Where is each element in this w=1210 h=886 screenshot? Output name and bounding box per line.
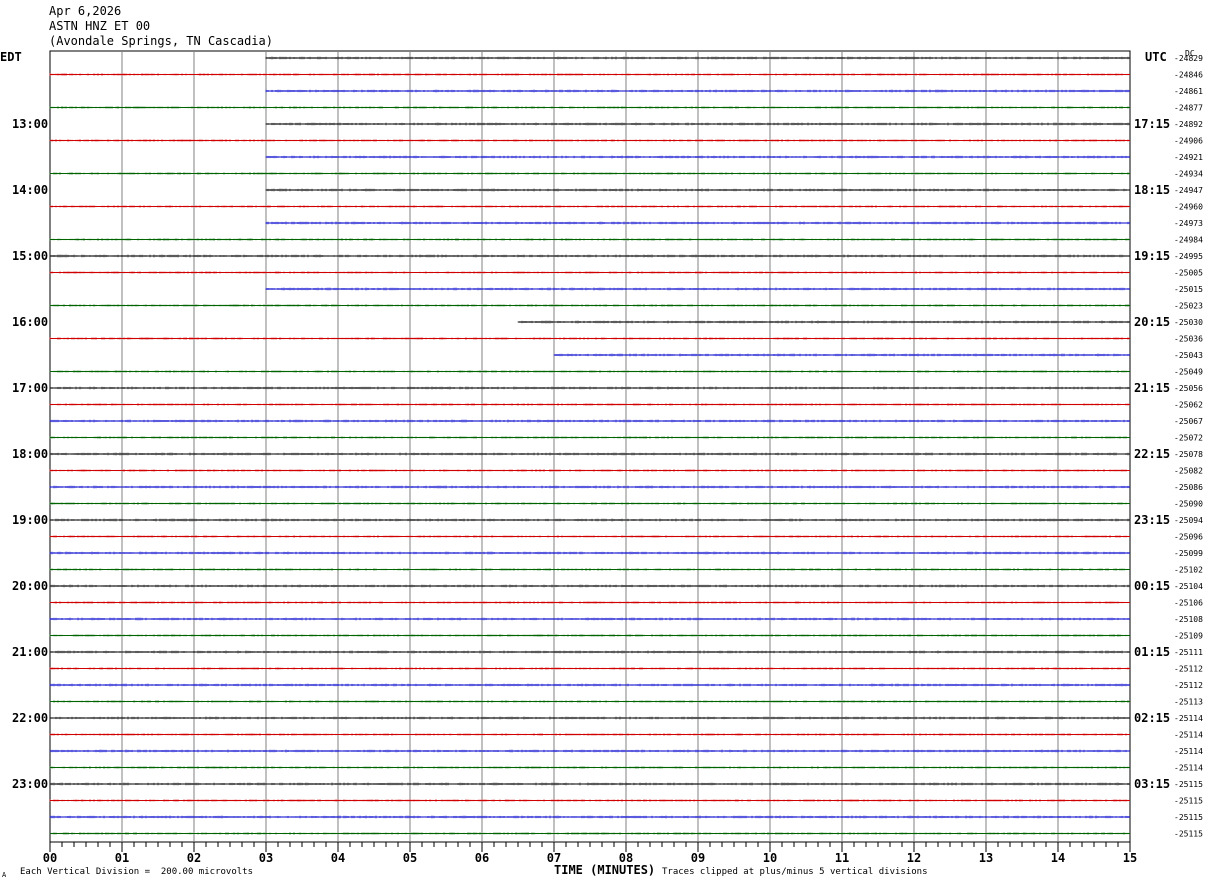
dc-offset-label: -25067 — [1174, 417, 1203, 426]
dc-offset-label: -24877 — [1174, 104, 1203, 113]
left-hour-label: 17:00 — [12, 381, 48, 395]
left-hour-label: 21:00 — [12, 645, 48, 659]
dc-offset-label: -25113 — [1174, 698, 1203, 707]
left-hour-label: 23:00 — [12, 777, 48, 791]
plot-border — [49, 50, 1131, 843]
dc-offset-label: -25086 — [1174, 483, 1203, 492]
right-hour-label: 03:15 — [1134, 777, 1170, 791]
dc-offset-label: -25036 — [1174, 335, 1203, 344]
right-hour-label: 01:15 — [1134, 645, 1170, 659]
dc-offset-label: -25023 — [1174, 302, 1203, 311]
left-hour-label: 22:00 — [12, 711, 48, 725]
dc-offset-label: -25005 — [1174, 269, 1203, 278]
dc-offset-label: -25108 — [1174, 615, 1203, 624]
x-tick-label: 01 — [115, 851, 129, 865]
dc-offset-label: -25114 — [1174, 714, 1203, 723]
right-hour-label: 21:15 — [1134, 381, 1170, 395]
dc-offset-label: -25112 — [1174, 665, 1203, 674]
x-tick-label: 03 — [259, 851, 273, 865]
left-hour-label: 15:00 — [12, 249, 48, 263]
dc-offset-label: -25049 — [1174, 368, 1203, 377]
x-tick-label: 12 — [907, 851, 921, 865]
x-tick-label: 06 — [475, 851, 489, 865]
x-tick-label: 14 — [1051, 851, 1065, 865]
dc-offset-label: -25112 — [1174, 681, 1203, 690]
right-hour-label: 22:15 — [1134, 447, 1170, 461]
dc-offset-label: -25114 — [1174, 747, 1203, 756]
dc-offset-label: -24906 — [1174, 137, 1203, 146]
right-hour-label: 18:15 — [1134, 183, 1170, 197]
x-tick-label: 11 — [835, 851, 849, 865]
x-tick-label: 00 — [43, 851, 57, 865]
trace-lines — [49, 56, 1130, 835]
dc-offset-label: -24846 — [1174, 71, 1203, 80]
dc-offset-label: -25099 — [1174, 549, 1203, 558]
right-hour-label: 02:15 — [1134, 711, 1170, 725]
x-tick-label: 05 — [403, 851, 417, 865]
dc-offset-label: -25090 — [1174, 500, 1203, 509]
dc-offset-label: -25062 — [1174, 401, 1203, 410]
dc-offset-label: -24892 — [1174, 120, 1203, 129]
left-hour-label: 13:00 — [12, 117, 48, 131]
dc-offset-label: -24934 — [1174, 170, 1203, 179]
dc-offset-label: -24861 — [1174, 87, 1203, 96]
dc-offset-label: -24960 — [1174, 203, 1203, 212]
x-tick-label: 09 — [691, 851, 705, 865]
dc-offset-label: -25115 — [1174, 797, 1203, 806]
dc-offset-label: -24973 — [1174, 219, 1203, 228]
dc-offset-label: -25115 — [1174, 830, 1203, 839]
dc-offset-label: -25030 — [1174, 318, 1203, 327]
dc-offset-label: -25115 — [1174, 780, 1203, 789]
right-hour-label: 23:15 — [1134, 513, 1170, 527]
dc-offset-label: -25096 — [1174, 533, 1203, 542]
x-tick-label: 04 — [331, 851, 345, 865]
dc-offset-label: -25094 — [1174, 516, 1203, 525]
left-hour-label: 19:00 — [12, 513, 48, 527]
right-hour-label: 20:15 — [1134, 315, 1170, 329]
dc-offset-label: -25102 — [1174, 566, 1203, 575]
dc-offset-label: -25114 — [1174, 731, 1203, 740]
dc-offset-label: -25111 — [1174, 648, 1203, 657]
dc-offset-label: -25082 — [1174, 467, 1203, 476]
left-hour-label: 14:00 — [12, 183, 48, 197]
left-hour-label: 16:00 — [12, 315, 48, 329]
clip-note: Traces clipped at plus/minus 5 vertical … — [662, 867, 928, 877]
dc-offset-label: -25015 — [1174, 285, 1203, 294]
dc-offset-label: -24947 — [1174, 186, 1203, 195]
right-hour-label: 00:15 — [1134, 579, 1170, 593]
left-hour-label: 18:00 — [12, 447, 48, 461]
dc-offset-label: -25056 — [1174, 384, 1203, 393]
x-tick-label: 15 — [1123, 851, 1137, 865]
grid-lines — [49, 50, 1131, 843]
right-hour-label: 17:15 — [1134, 117, 1170, 131]
corner-mark: A — [2, 871, 7, 879]
x-tick-label: 13 — [979, 851, 993, 865]
dc-offset-label: -25106 — [1174, 599, 1203, 608]
axis-labels: -24829 -24846 -24861 -24877 -24892 -24906 -249… — [12, 54, 1203, 865]
x-axis-title: TIME (MINUTES) — [554, 863, 656, 877]
x-tick-label: 02 — [187, 851, 201, 865]
dc-offset-label: -25114 — [1174, 764, 1203, 773]
dc-offset-label: -25104 — [1174, 582, 1203, 591]
right-hour-label: 19:15 — [1134, 249, 1170, 263]
dc-offset-label: -25072 — [1174, 434, 1203, 443]
dc-offset-label: -24921 — [1174, 153, 1203, 162]
x-tick-label: 10 — [763, 851, 777, 865]
dc-offset-label: -25109 — [1174, 632, 1203, 641]
scale-note: Each Vertical Division = 200.00 microvol… — [20, 867, 253, 877]
seismogram-plot: -24829 -24846 -24861 -24877 -24892 -24906 -249… — [12, 50, 1203, 865]
dc-offset-label: -25078 — [1174, 450, 1203, 459]
dc-offset-label: -25043 — [1174, 351, 1203, 360]
left-hour-label: 20:00 — [12, 579, 48, 593]
dc-offset-label: -24829 — [1174, 54, 1203, 63]
x-axis-ticks — [49, 842, 1131, 852]
dc-offset-label: -24984 — [1174, 236, 1203, 245]
dc-offset-label: -25115 — [1174, 813, 1203, 822]
dc-offset-label: -24995 — [1174, 252, 1203, 261]
